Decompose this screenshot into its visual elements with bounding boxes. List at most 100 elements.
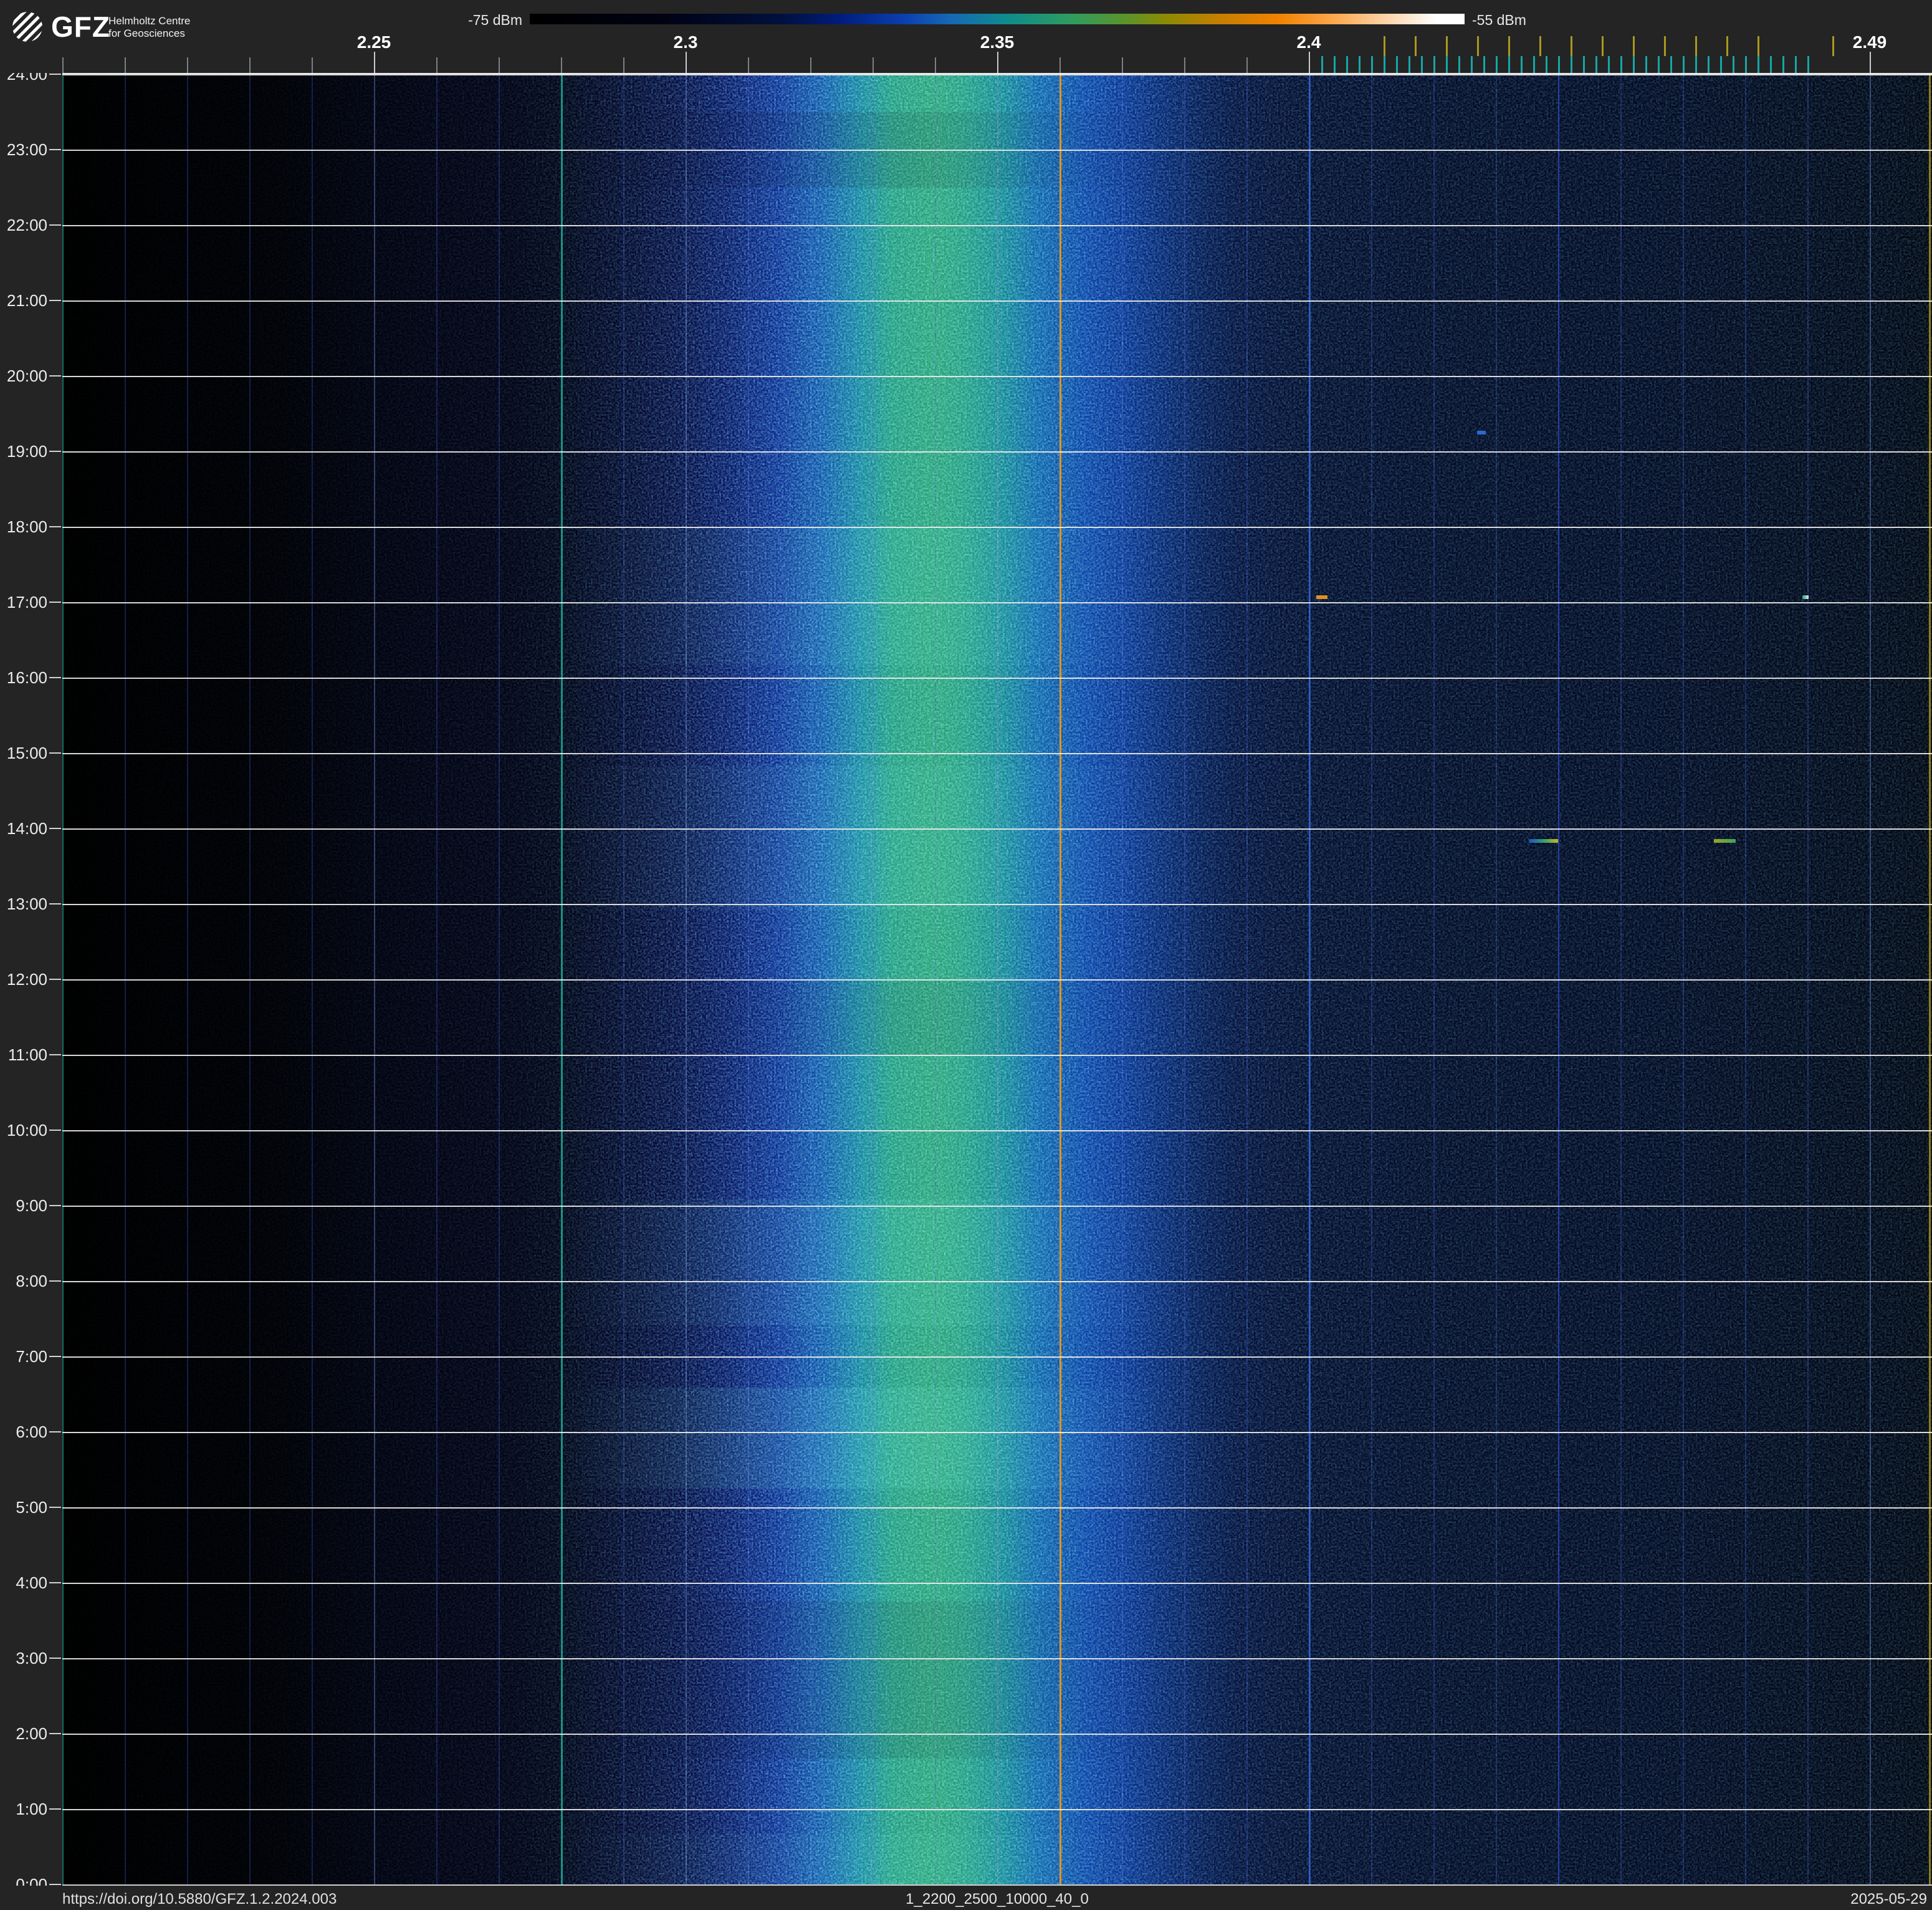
freq-minor-tick bbox=[1059, 57, 1061, 73]
hour-label: 17:00 bbox=[6, 593, 47, 612]
freq-major-tick bbox=[997, 52, 998, 73]
hour-tick bbox=[49, 1658, 61, 1659]
freq-minor-tick bbox=[561, 57, 562, 73]
hour-tick bbox=[49, 1733, 61, 1734]
wifi-channel-tick bbox=[1415, 36, 1417, 56]
ble-channel-tick bbox=[1708, 56, 1710, 73]
ble-channel-tick bbox=[1521, 56, 1523, 73]
hour-tick bbox=[49, 1582, 61, 1583]
hour-tick bbox=[49, 1808, 61, 1810]
hour-tick bbox=[49, 1431, 61, 1432]
freq-tick-label: 2.49 bbox=[1852, 32, 1887, 52]
ble-channel-tick bbox=[1371, 56, 1373, 73]
hour-label: 11:00 bbox=[7, 1045, 47, 1064]
colorbar-min-label: -75 dBm bbox=[468, 12, 522, 28]
ble-channel-tick bbox=[1595, 56, 1597, 73]
doi-link[interactable]: https://doi.org/10.5880/GFZ.1.2.2024.003 bbox=[62, 1891, 337, 1908]
persistent-line bbox=[1558, 74, 1559, 1884]
ble-channel-tick bbox=[1346, 56, 1348, 73]
freq-minor-tick bbox=[249, 57, 251, 73]
persistent-line bbox=[561, 74, 563, 1884]
hour-tick bbox=[49, 74, 61, 75]
persistent-line bbox=[62, 74, 64, 1884]
colorbar-max-label: -55 dBm bbox=[1472, 12, 1526, 28]
hour-tick bbox=[49, 979, 61, 980]
hour-tick bbox=[49, 1884, 61, 1885]
ble-channel-tick bbox=[1433, 56, 1435, 73]
hour-label: 18:00 bbox=[6, 517, 47, 536]
ble-channel-tick bbox=[1733, 56, 1734, 73]
transient-signal bbox=[1802, 595, 1809, 599]
ble-channel-tick bbox=[1533, 56, 1535, 73]
ble-channel-tick bbox=[1546, 56, 1547, 73]
freq-minor-tick bbox=[187, 57, 188, 73]
hour-tick bbox=[49, 149, 61, 150]
freq-major-tick bbox=[1309, 52, 1310, 73]
transient-signal bbox=[1477, 430, 1486, 434]
freq-minor-tick bbox=[935, 57, 936, 73]
brand-subtitle: Helmholtz Centre for Geosciences bbox=[108, 15, 190, 40]
ble-channel-tick bbox=[1782, 56, 1784, 73]
hour-tick bbox=[49, 752, 61, 754]
hour-tick bbox=[49, 602, 61, 603]
ble-channel-tick bbox=[1483, 56, 1485, 73]
spectrogram-plot bbox=[62, 73, 1932, 1886]
colorbar-gradient bbox=[530, 14, 1465, 24]
wifi-channel-tick bbox=[1832, 36, 1834, 56]
hour-tick bbox=[49, 1280, 61, 1282]
hour-label: 10:00 bbox=[6, 1121, 47, 1140]
transient-signal bbox=[1714, 839, 1736, 843]
hour-tick bbox=[49, 1507, 61, 1508]
freq-minor-tick bbox=[125, 57, 126, 73]
ble-channel-tick bbox=[1471, 56, 1473, 73]
wifi-channel-tick bbox=[1539, 36, 1541, 56]
hour-tick bbox=[49, 903, 61, 905]
transient-signal bbox=[1316, 595, 1327, 599]
freq-major-tick bbox=[686, 52, 687, 73]
ble-channel-tick bbox=[1508, 56, 1510, 73]
wifi-channel-tick bbox=[1664, 36, 1666, 56]
freq-minor-tick bbox=[810, 57, 811, 73]
spectrogram-noise-texture bbox=[62, 74, 1932, 1884]
freq-tick-label: 2.35 bbox=[980, 32, 1015, 52]
hour-label: 20:00 bbox=[6, 367, 47, 385]
hour-tick bbox=[49, 375, 61, 377]
hour-label: 13:00 bbox=[6, 895, 47, 913]
ble-channel-tick bbox=[1458, 56, 1460, 73]
persistent-line bbox=[1929, 74, 1931, 1884]
freq-tick-label: 2.25 bbox=[356, 32, 391, 52]
hour-label: 16:00 bbox=[6, 668, 47, 687]
ble-channel-tick bbox=[1496, 56, 1498, 73]
transient-signal bbox=[1529, 839, 1558, 843]
hour-tick bbox=[49, 526, 61, 527]
ble-channel-tick bbox=[1558, 56, 1560, 73]
brand-subtitle-line1: Helmholtz Centre bbox=[108, 15, 191, 27]
ble-channel-tick bbox=[1757, 56, 1759, 73]
freq-minor-tick bbox=[62, 57, 64, 73]
ble-channel-tick bbox=[1770, 56, 1772, 73]
ble-channel-tick bbox=[1359, 56, 1361, 73]
wifi-channel-tick bbox=[1571, 36, 1572, 56]
hour-label: 12:00 bbox=[6, 970, 47, 989]
wifi-channel-tick bbox=[1695, 36, 1697, 56]
ble-channel-tick bbox=[1396, 56, 1398, 73]
dataset-id: 1_2200_2500_10000_40_0 bbox=[906, 1891, 1089, 1908]
freq-major-tick bbox=[1870, 52, 1871, 73]
hour-label: 4:00 bbox=[16, 1573, 47, 1592]
hour-label: 2:00 bbox=[16, 1724, 47, 1743]
brand-subtitle-line2: for Geosciences bbox=[108, 27, 185, 39]
hour-tick bbox=[49, 1205, 61, 1206]
ble-channel-tick bbox=[1670, 56, 1672, 73]
freq-tick-label: 2.4 bbox=[1296, 32, 1321, 52]
freq-minor-tick bbox=[312, 57, 313, 73]
ble-channel-tick bbox=[1421, 56, 1423, 73]
hour-label: 15:00 bbox=[6, 744, 47, 762]
hour-label: 9:00 bbox=[16, 1196, 47, 1215]
hour-label: 1:00 bbox=[16, 1800, 47, 1818]
hour-label: 8:00 bbox=[16, 1272, 47, 1290]
ble-channel-tick bbox=[1384, 56, 1385, 73]
gfz-logo-icon bbox=[12, 12, 42, 42]
persistent-line bbox=[1059, 74, 1061, 1884]
hour-tick bbox=[49, 300, 61, 301]
hour-label: 5:00 bbox=[16, 1498, 47, 1517]
